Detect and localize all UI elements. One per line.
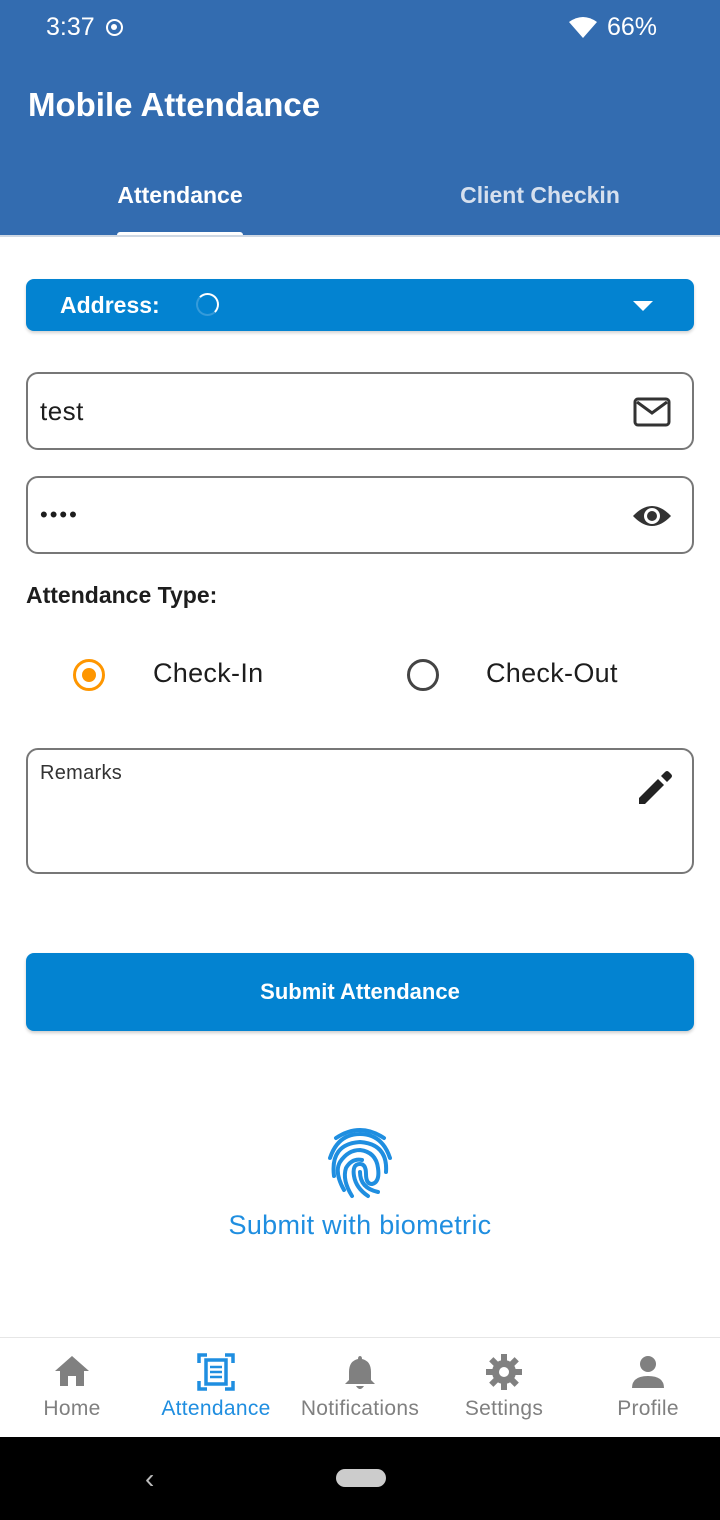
tab-client-checkin[interactable]: Client Checkin (360, 180, 720, 236)
document-scan-icon (197, 1353, 235, 1391)
nav-notifications[interactable]: Notifications (288, 1338, 432, 1438)
eye-icon[interactable] (632, 498, 672, 534)
nav-profile-label: Profile (617, 1397, 679, 1420)
nav-home-label: Home (43, 1397, 101, 1420)
nav-notifications-label: Notifications (300, 1397, 420, 1420)
nav-settings[interactable]: Settings (432, 1338, 576, 1438)
status-bar: 3:37 66% (0, 0, 720, 56)
remarks-label: Remarks (40, 762, 123, 784)
gear-icon (486, 1354, 522, 1390)
biometric-label: Submit with biometric (228, 1210, 492, 1240)
tab-attendance[interactable]: Attendance (0, 180, 360, 236)
bell-icon (345, 1356, 375, 1389)
mail-icon (633, 397, 671, 427)
remarks-field[interactable]: Remarks (26, 748, 694, 874)
radio-check-in-label: Check-In (153, 658, 264, 688)
password-field-container (26, 476, 694, 554)
radio-check-out-button[interactable] (407, 659, 439, 691)
radio-check-out-label: Check-Out (486, 658, 618, 688)
nav-settings-label: Settings (464, 1397, 544, 1420)
home-icon (55, 1356, 89, 1386)
attendance-type-label: Attendance Type: (26, 582, 218, 608)
password-field[interactable] (40, 492, 600, 538)
email-field-container (26, 372, 694, 450)
recording-icon (106, 19, 123, 36)
address-label: Address: (60, 292, 160, 318)
dropdown-caret-icon (633, 301, 653, 311)
nav-profile[interactable]: Profile (576, 1338, 720, 1438)
battery-level: 66% (607, 13, 658, 41)
radio-check-in-button[interactable] (73, 659, 105, 691)
app-bar: Mobile Attendance Attendance Client Chec… (0, 56, 720, 236)
email-field[interactable] (40, 388, 600, 434)
nav-home[interactable]: Home (0, 1338, 144, 1438)
edit-icon (639, 771, 672, 804)
system-navigation-bar: ‹ (0, 1437, 720, 1520)
nav-attendance[interactable]: Attendance (144, 1338, 288, 1438)
biometric-submit[interactable]: Submit with biometric (200, 1120, 520, 1250)
radio-check-out[interactable]: Check-Out (360, 650, 720, 698)
bottom-navigation: Home Attendance Notifications Settings P… (0, 1337, 720, 1437)
divider (0, 235, 720, 237)
back-icon[interactable]: ‹ (145, 1463, 154, 1495)
page-title: Mobile Attendance (28, 86, 321, 123)
fingerprint-icon (328, 1128, 392, 1198)
wifi-icon (569, 17, 597, 38)
status-time: 3:37 (46, 13, 95, 41)
radio-check-in[interactable]: Check-In (0, 650, 360, 698)
address-dropdown[interactable]: Address: (26, 279, 694, 331)
loading-spinner-icon (196, 293, 219, 316)
nav-attendance-label: Attendance (161, 1397, 271, 1420)
person-icon (632, 1356, 664, 1388)
home-gesture-pill[interactable] (336, 1469, 386, 1487)
submit-attendance-button[interactable]: Submit Attendance (26, 953, 694, 1031)
